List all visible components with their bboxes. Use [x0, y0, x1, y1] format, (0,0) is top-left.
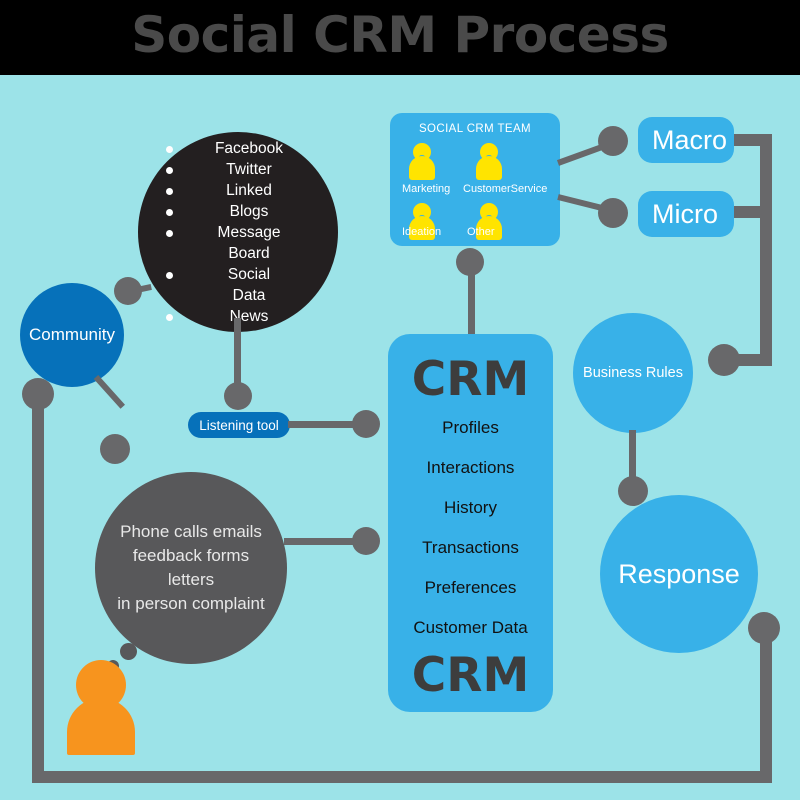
path-bottom-horizontal: [32, 771, 772, 783]
list-item: Linked: [138, 180, 338, 201]
team-member-label-other: Other: [467, 226, 495, 238]
list-item-continuation: Board: [228, 244, 270, 262]
bullet-icon: [166, 313, 173, 321]
crm-item-interactions: Interactions: [426, 458, 515, 477]
path-left-top-dot: [22, 378, 54, 410]
connector-dot-micro: [598, 198, 628, 228]
micro-box[interactable]: Micro: [638, 191, 734, 237]
path-right-top-dot: [748, 612, 780, 644]
micro-label: Micro: [652, 198, 718, 229]
bullet-icon: [166, 166, 173, 174]
person-icon-marketing: [408, 143, 436, 181]
offline-channels-text: Phone calls emails feedback forms letter…: [117, 522, 265, 613]
bullet-icon: [166, 208, 173, 216]
macro-label: Macro: [652, 124, 728, 155]
connector-dot-macro: [598, 126, 628, 156]
path-right-vertical: [760, 628, 772, 783]
customer-person-icon: [67, 660, 135, 755]
social-channels-list: Facebook Twitter Linked Blogs Message Bo…: [138, 138, 338, 327]
list-item-continuation: Data: [232, 286, 266, 304]
listening-tool-label: Listening tool: [199, 417, 279, 433]
connector-dot-team-to-crm: [456, 248, 484, 276]
business-rules-label: Business Rules: [583, 365, 683, 381]
bullet-icon: [166, 271, 173, 279]
bullet-icon: [166, 145, 173, 153]
page-title: Social CRM Process: [131, 6, 669, 64]
listening-tool-pill[interactable]: Listening tool: [188, 412, 290, 438]
community-circle: Community: [20, 283, 124, 387]
infographic-canvas: Social CRM Process Facebook Twitter Link…: [0, 0, 800, 800]
connector-community-to-offline: [93, 374, 125, 409]
connector-dot-listening-top: [224, 382, 252, 410]
path-left-vertical: [32, 400, 44, 783]
bubble-tail-dot-large: [120, 643, 137, 660]
person-icon-customerservice: [475, 143, 503, 181]
crm-item-profiles: Profiles: [442, 418, 499, 437]
community-label: Community: [29, 325, 115, 344]
list-item: Social: [138, 264, 338, 285]
scope-bracket-vertical: [760, 134, 772, 366]
team-member-label-customerservice: CustomerService: [463, 183, 548, 195]
bullet-icon: [166, 187, 173, 195]
customer-body: [67, 698, 135, 755]
crm-item-customer-data: Customer Data: [413, 618, 528, 637]
list-item: Facebook: [138, 138, 338, 159]
connector-dot-offline-to-crm: [352, 527, 380, 555]
crm-title-top: CRM: [411, 352, 530, 407]
offline-channels-bubble: Phone calls emails feedback forms letter…: [95, 472, 287, 664]
social-crm-team-box: SOCIAL CRM TEAM Marketing CustomerServic…: [390, 113, 560, 246]
connector-dot-community-bottom: [100, 434, 130, 464]
response-circle: Response: [600, 495, 758, 653]
list-item: Twitter: [138, 159, 338, 180]
team-title: SOCIAL CRM TEAM: [418, 123, 532, 135]
connector-dot-listening-to-crm: [352, 410, 380, 438]
crm-box: CRM Profiles Interactions History Transa…: [388, 334, 553, 712]
business-rules-circle: Business Rules: [573, 313, 693, 433]
list-item: Blogs: [138, 201, 338, 222]
response-label: Response: [618, 558, 740, 589]
team-member-label-ideation: Ideation: [402, 226, 442, 238]
team-member-label-marketing: Marketing: [402, 183, 451, 195]
crm-item-history: History: [444, 498, 497, 517]
macro-box[interactable]: Macro: [638, 117, 734, 163]
bullet-icon: [166, 229, 173, 237]
list-item: Message: [138, 222, 338, 243]
scope-bracket-end-dot: [708, 344, 740, 376]
social-channels-circle: Facebook Twitter Linked Blogs Message Bo…: [138, 132, 338, 332]
connector-dot-community-top: [114, 277, 142, 305]
crm-title-bottom: CRM: [411, 648, 530, 703]
connector-dot-rules-to-response: [618, 476, 648, 506]
crm-item-preferences: Preferences: [424, 578, 517, 597]
crm-item-transactions: Transactions: [422, 538, 519, 557]
